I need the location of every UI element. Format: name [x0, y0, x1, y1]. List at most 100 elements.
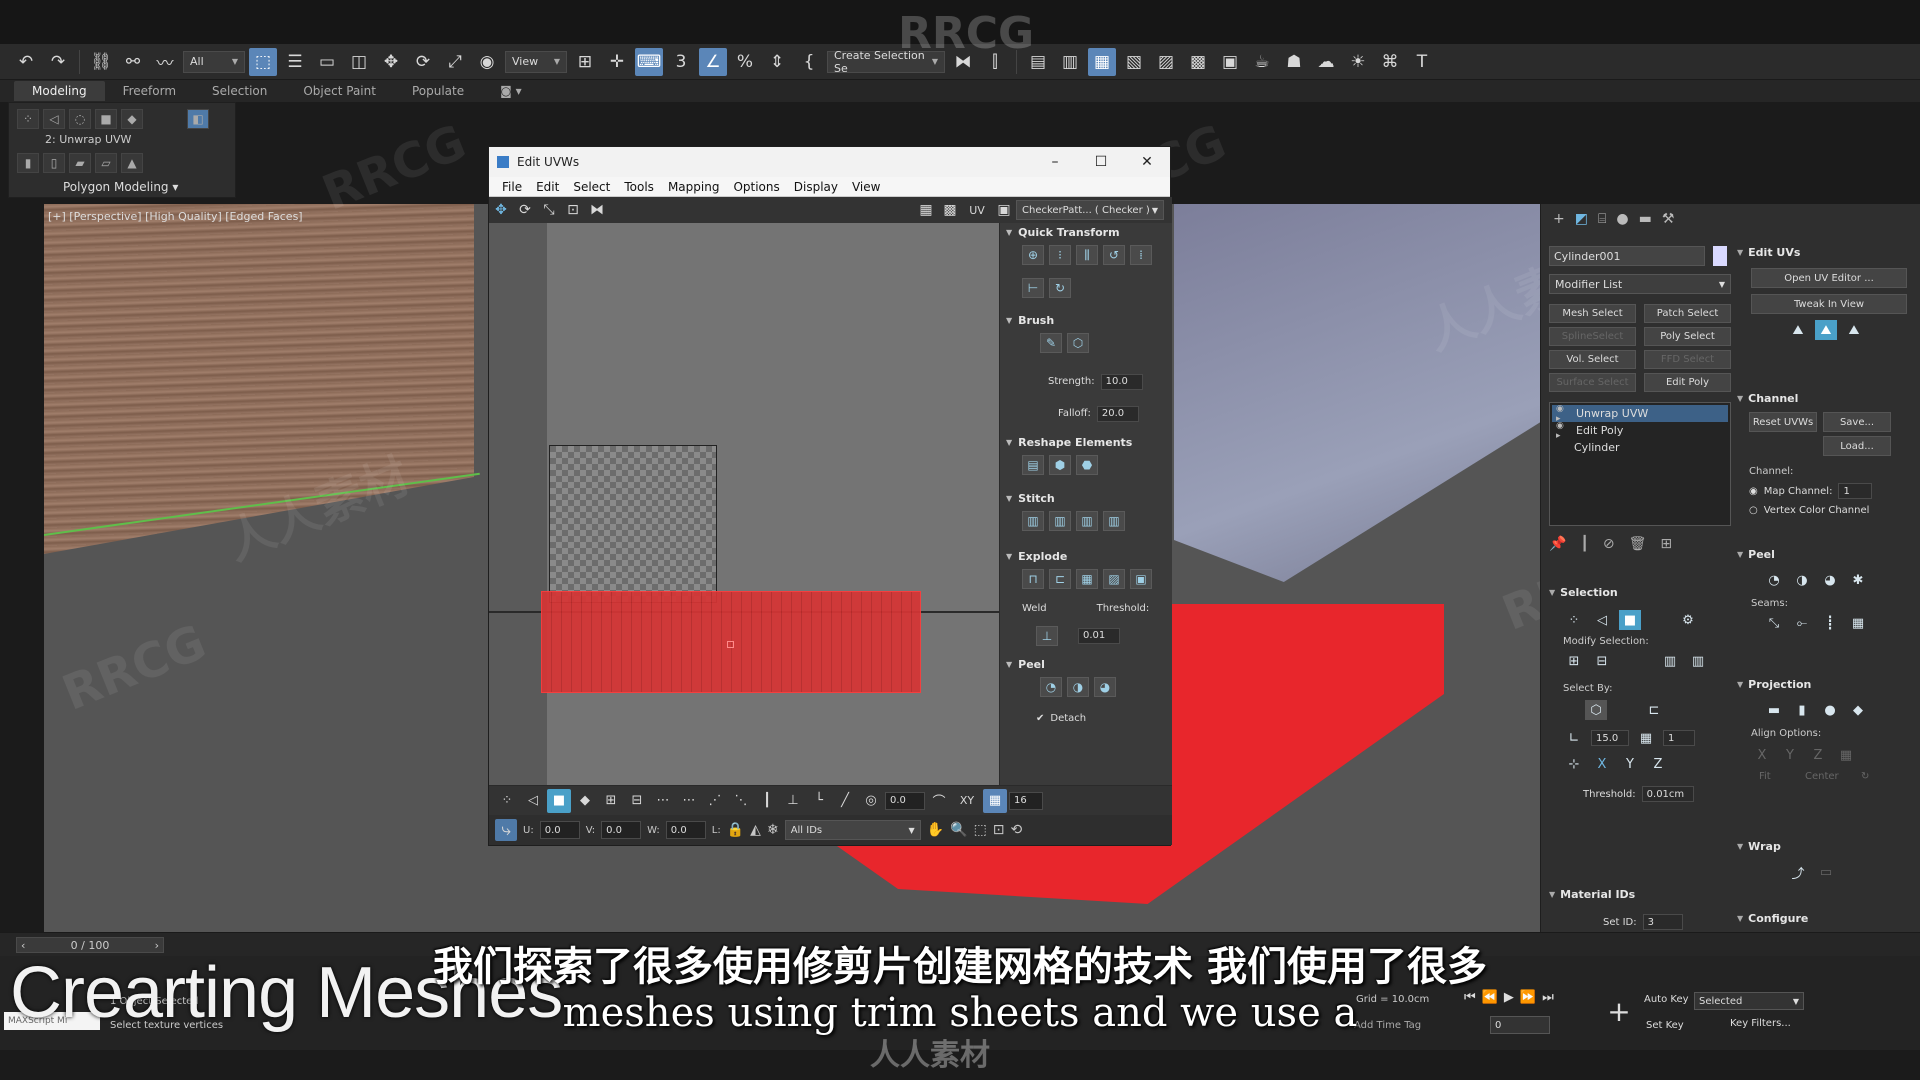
uv-canvas[interactable] [489, 223, 999, 785]
rotate-cw-icon[interactable]: ↻ [1049, 277, 1071, 298]
z-axis-icon[interactable]: Z [1647, 754, 1669, 774]
manipulate-icon[interactable]: ✛ [603, 48, 631, 76]
link-icon[interactable]: ⛓ [87, 48, 115, 76]
eye-icon[interactable]: ◉ ▸ [1556, 421, 1570, 441]
pin-icon[interactable]: 📌 [1549, 536, 1566, 552]
ignore-backface-icon[interactable]: ⊹ [1563, 754, 1585, 774]
make-unique-icon[interactable]: ▰ [69, 153, 91, 173]
point-to-point-icon[interactable]: ⊥ [781, 789, 805, 813]
transform-gizmo[interactable] [727, 641, 734, 648]
grow-select-icon[interactable]: ⊞ [599, 789, 623, 813]
radio-selected-icon[interactable]: ◉ [1749, 486, 1758, 497]
edge-select-icon[interactable]: ◁ [521, 789, 545, 813]
freeze-icon[interactable]: ❄ [767, 822, 779, 838]
select-scale-icon[interactable]: ⤢ [441, 48, 469, 76]
ring-grow-icon[interactable]: ⋰ [703, 789, 727, 813]
spline-select-button[interactable]: SplineSelect [1549, 327, 1636, 346]
menu-mapping[interactable]: Mapping [668, 180, 720, 194]
fit-button[interactable]: Fit [1759, 771, 1799, 782]
peel-mode-icon[interactable]: ◑ [1791, 570, 1813, 590]
trash-icon[interactable]: 🗑 [1629, 536, 1647, 552]
stitch-source-icon[interactable]: ▥ [1103, 511, 1125, 531]
modify-mode-icon[interactable]: ◧ [187, 109, 209, 129]
menu-tools[interactable]: Tools [624, 180, 654, 194]
point-to-point-seam-icon[interactable]: ⤡ [1763, 613, 1785, 633]
selection-threshold-field[interactable]: 0.01cm [1641, 786, 1694, 802]
render-iterative-icon[interactable]: ☗ [1280, 48, 1308, 76]
align-horizontal-icon[interactable]: ⁝ [1049, 245, 1071, 265]
render-cloud-icon[interactable]: ☁ [1312, 48, 1340, 76]
selection-filter-dropdown[interactable]: All ▼ [183, 50, 245, 73]
ring-icon[interactable]: ▥ [1687, 651, 1709, 671]
hide-icon[interactable]: ◭ [750, 822, 761, 838]
relax-icon[interactable]: ⬢ [1049, 455, 1071, 475]
reset-peel-icon[interactable]: ◕ [1094, 677, 1116, 697]
element-select-icon[interactable]: ◆ [573, 789, 597, 813]
tab-selection[interactable]: Selection [194, 81, 285, 101]
align-z-icon[interactable]: Z [1807, 745, 1829, 765]
threshold-field[interactable]: 0.01 [1078, 627, 1120, 644]
break-icon[interactable]: ⊓ [1022, 569, 1044, 589]
x-axis-icon[interactable]: X [1591, 754, 1613, 774]
projection-header[interactable]: ▼ Projection [1737, 676, 1917, 692]
unfold-strip-icon[interactable]: ▭ [1815, 862, 1837, 882]
patch-select-button[interactable]: Patch Select [1644, 304, 1731, 323]
edge-to-seam-icon[interactable]: ⟜ [1791, 613, 1813, 633]
v-field[interactable]: 0.0 [601, 821, 642, 839]
maximize-icon[interactable]: ☐ [1078, 147, 1124, 177]
open-uv-editor-button[interactable]: Open UV Editor ... [1751, 268, 1907, 288]
pin-icon[interactable]: ✱ [1847, 570, 1869, 590]
peel-header[interactable]: ▼ Peel [1737, 546, 1917, 562]
mesh-select-button[interactable]: Mesh Select [1549, 304, 1636, 323]
absolute-relative-icon[interactable]: ⤷ [495, 819, 517, 841]
reset-uvws-button[interactable]: Reset UVWs [1749, 412, 1817, 432]
move-icon[interactable]: ✥ [489, 199, 513, 221]
angle-icon[interactable]: ∟ [1563, 728, 1585, 748]
edit-poly-button[interactable]: Edit Poly [1644, 373, 1731, 392]
loop-icon[interactable]: ▥ [1659, 651, 1681, 671]
zoom-icon[interactable]: 🔍 [950, 822, 967, 838]
close-icon[interactable]: ✕ [1124, 147, 1170, 177]
vertex-mode-icon[interactable]: ⁘ [17, 109, 39, 129]
strength-field[interactable]: 10.0 [1100, 373, 1143, 390]
border-mode-icon[interactable]: ◌ [69, 109, 91, 129]
angle-field[interactable]: 15.0 [1591, 730, 1629, 746]
a360-icon[interactable]: ⌘ [1376, 48, 1404, 76]
align-x-icon[interactable]: X [1751, 745, 1773, 765]
configure-sets-icon[interactable]: ⊞ [1660, 536, 1672, 552]
paint-brush-icon[interactable]: ✎ [1040, 333, 1062, 353]
quick-peel-icon[interactable]: ◔ [1040, 677, 1062, 697]
rotate-ccw-icon[interactable]: ↺ [1103, 245, 1125, 265]
planar-map-icon[interactable]: ▬ [1763, 700, 1785, 720]
polygon-mode-icon[interactable]: ■ [95, 109, 117, 129]
map-channel-field[interactable]: 1 [1838, 483, 1873, 499]
element-mode-icon[interactable]: ◆ [121, 109, 143, 129]
tweak-vertex-icon[interactable]: ⛰ [1787, 320, 1809, 340]
align-pivot-icon[interactable]: ⊕ [1022, 245, 1044, 265]
create-tab-icon[interactable]: + [1553, 211, 1565, 227]
freeform-icon[interactable]: ⊡ [561, 199, 585, 221]
polygon-select-icon[interactable]: ■ [547, 788, 571, 813]
flatten-by-material-icon[interactable]: ▣ [1130, 569, 1152, 589]
wrap-header[interactable]: ▼ Wrap [1737, 838, 1917, 854]
object-name-field[interactable]: Cylinder001 [1549, 246, 1705, 266]
show-map-icon[interactable]: ▦ [914, 199, 938, 221]
schematic-view-icon[interactable]: ▧ [1120, 48, 1148, 76]
lock-icon[interactable]: 🔒 [727, 822, 744, 838]
align-vertical-icon[interactable]: ⫼ [1076, 245, 1098, 265]
pivot-center-icon[interactable]: ⊞ [571, 48, 599, 76]
pin-stack-icon[interactable]: ▮ [17, 153, 39, 173]
u-field[interactable]: 0.0 [539, 821, 580, 839]
ffd-select-button[interactable]: FFD Select [1644, 350, 1731, 369]
zoom-region-icon[interactable]: ⬚ [974, 822, 987, 838]
undo-icon[interactable]: ↶ [12, 48, 40, 76]
relax-settings-icon[interactable]: ⬣ [1076, 455, 1098, 475]
reference-coord-dropdown[interactable]: View ▼ [505, 50, 567, 73]
quick-peel-icon[interactable]: ◔ [1763, 570, 1785, 590]
peel-mode-icon[interactable]: ◑ [1067, 677, 1089, 697]
make-unique-icon[interactable]: ⊘ [1603, 536, 1615, 552]
poly-select-button[interactable]: Poly Select [1644, 327, 1731, 346]
loop-shrink-icon[interactable]: ⋯ [677, 789, 701, 813]
stitch-average-icon[interactable]: ▥ [1076, 511, 1098, 531]
falloff-field[interactable]: 20.0 [1096, 405, 1139, 422]
